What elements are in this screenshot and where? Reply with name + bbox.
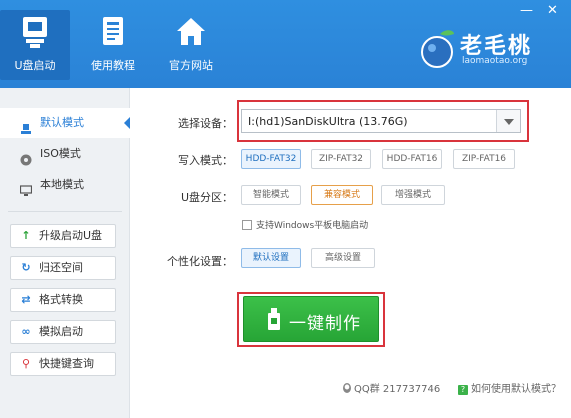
close-button[interactable]: ✕ (547, 4, 558, 17)
up-arrow-icon: ↑ (21, 229, 31, 242)
brand-url: laomaotao.org (462, 56, 528, 66)
device-select-value: I:(hd1)SanDiskUltra (13.76G) (248, 115, 408, 128)
tablet-boot-checkbox[interactable] (242, 220, 252, 230)
usb-drive-icon (21, 16, 49, 53)
format-convert-label: 格式转换 (39, 293, 83, 306)
qq-group-label: QQ群 217737746 (354, 384, 441, 395)
mode-iso[interactable]: ISO模式 (0, 139, 130, 169)
write-mode-hdd-fat32[interactable]: HDD-FAT32 (241, 149, 301, 169)
personalize-advanced[interactable]: 高级设置 (311, 248, 375, 268)
app-window: U盘启动 使用教程 官方网站 — ✕ 老毛桃 laomaotao.org 默认模… (0, 0, 571, 418)
help-link[interactable]: ? 如何使用默认模式？ (458, 380, 561, 395)
nav-tutorial[interactable]: 使用教程 (78, 10, 148, 80)
qq-icon (342, 383, 352, 394)
mode-default-label: 默认模式 (40, 116, 84, 129)
mode-local[interactable]: 本地模式 (0, 170, 130, 200)
home-icon (175, 16, 207, 51)
device-select[interactable]: I:(hd1)SanDiskUltra (13.76G) (241, 109, 521, 133)
usb-stick-icon (268, 308, 280, 330)
help-link-label: 如何使用默认模式？ (471, 384, 561, 395)
partition-smart[interactable]: 智能模式 (241, 185, 301, 205)
partition-compatible[interactable]: 兼容模式 (311, 185, 373, 205)
peach-logo-icon (420, 28, 458, 71)
nav-label-usb-boot: U盘启动 (14, 59, 56, 72)
one-click-make-button[interactable]: 一键制作 (243, 296, 379, 342)
write-mode-hdd-fat16[interactable]: HDD-FAT16 (382, 149, 442, 169)
nav-label-tutorial: 使用教程 (91, 59, 135, 72)
sidebar-divider (8, 211, 122, 212)
brand-logo: 老毛桃 laomaotao.org (420, 22, 560, 70)
personalize-default[interactable]: 默认设置 (241, 248, 301, 268)
nav-official-site[interactable]: 官方网站 (156, 10, 226, 80)
one-click-make-label: 一键制作 (289, 314, 361, 334)
tablet-boot-label: 支持Windows平板电脑启动 (256, 221, 369, 231)
write-mode-zip-fat16[interactable]: ZIP-FAT16 (453, 149, 515, 169)
partition-label: U盘分区： (180, 191, 233, 204)
header-bar: U盘启动 使用教程 官方网站 — ✕ 老毛桃 laomaotao.org (0, 0, 571, 88)
chevron-down-icon[interactable] (496, 110, 520, 132)
minimize-button[interactable]: — (520, 4, 533, 17)
mode-iso-label: ISO模式 (40, 147, 81, 160)
main-panel: 选择设备： I:(hd1)SanDiskUltra (13.76G) 写入模式：… (131, 88, 571, 418)
search-icon: ⚲ (21, 357, 31, 370)
mode-default[interactable]: 默认模式 (0, 108, 130, 138)
restore-space-button[interactable]: ↻ 归还空间 (10, 256, 116, 280)
link-icon: ∞ (21, 325, 31, 338)
hotkey-lookup-button[interactable]: ⚲ 快捷键查询 (10, 352, 116, 376)
format-convert-button[interactable]: ⇄ 格式转换 (10, 288, 116, 312)
hotkey-lookup-label: 快捷键查询 (39, 357, 94, 370)
upgrade-usb-button[interactable]: ↑ 升级启动U盘 (10, 224, 116, 248)
restore-space-label: 归还空间 (39, 261, 83, 274)
monitor-icon (19, 179, 33, 196)
person-icon (20, 117, 32, 134)
personalize-label: 个性化设置： (167, 255, 233, 268)
write-mode-label: 写入模式： (178, 154, 233, 167)
simulate-boot-label: 模拟启动 (39, 325, 83, 338)
qq-group-text: QQ群 217737746 (342, 380, 440, 395)
simulate-boot-button[interactable]: ∞ 模拟启动 (10, 320, 116, 344)
partition-enhanced[interactable]: 增强模式 (381, 185, 445, 205)
refresh-icon: ↻ (21, 261, 31, 274)
sidebar: 默认模式 ISO模式 本地模式 ↑ 升级启动U盘 ↻ 归还空间 ⇄ 格式转换 ∞… (0, 88, 130, 418)
disc-icon (20, 148, 32, 166)
question-icon: ? (458, 385, 468, 395)
book-icon (99, 16, 127, 51)
device-label: 选择设备： (178, 117, 233, 130)
mode-local-label: 本地模式 (40, 178, 84, 191)
swap-icon: ⇄ (21, 293, 31, 306)
upgrade-usb-label: 升级启动U盘 (39, 229, 103, 242)
nav-usb-boot[interactable]: U盘启动 (0, 10, 70, 80)
write-mode-zip-fat32[interactable]: ZIP-FAT32 (311, 149, 371, 169)
nav-label-official-site: 官方网站 (169, 59, 213, 72)
